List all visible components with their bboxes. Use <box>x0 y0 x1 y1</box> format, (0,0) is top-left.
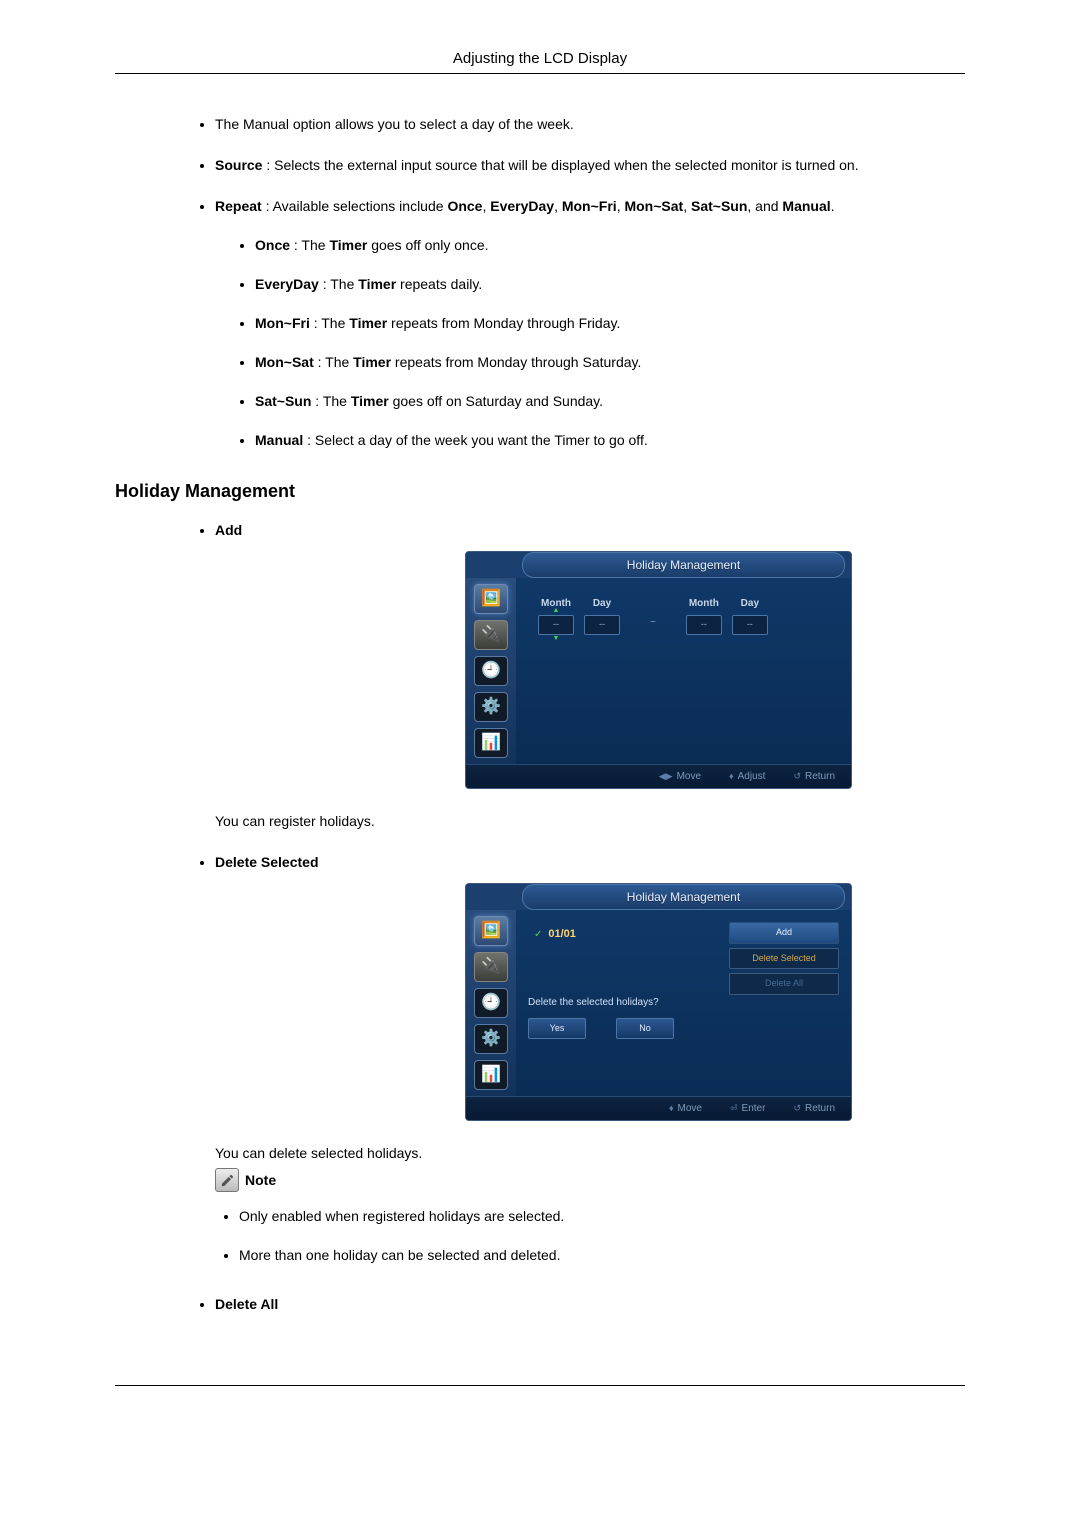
return-icon: ↺ <box>793 770 801 784</box>
spin-month-1[interactable]: -- <box>538 615 574 635</box>
page-header-title: Adjusting the LCD Display <box>115 50 965 74</box>
osd-sidebar: 🖼️ 🔌 🕘 ⚙️ 📊 <box>466 578 516 764</box>
enter-icon: ⏎ <box>730 1102 738 1116</box>
osd-add-title: Holiday Management <box>522 552 845 578</box>
note-icon <box>215 1168 239 1192</box>
multi-display-icon[interactable]: 📊 <box>474 728 508 758</box>
osd-sidebar-2: 🖼️ 🔌 🕘 ⚙️ 📊 <box>466 910 516 1096</box>
move-icon: ◀▶ <box>659 770 673 784</box>
holiday-row[interactable]: ✓ 01/01 <box>528 924 729 945</box>
holiday-date: 01/01 <box>548 926 576 943</box>
osd-add-footer: ◀▶Move ♦Adjust ↺Return <box>466 764 851 788</box>
source-label: Source <box>215 157 262 173</box>
clock-icon[interactable]: 🕘 <box>474 656 508 686</box>
spin-month-2[interactable]: -- <box>686 615 722 635</box>
delete-selected-desc: You can delete selected holidays. <box>215 1143 965 1164</box>
menu-delete-all[interactable]: Delete All <box>729 973 839 995</box>
note-1: Only enabled when registered holidays ar… <box>239 1206 965 1227</box>
repeat-pre: : Available selections include <box>262 198 448 214</box>
adjust-icon: ♦ <box>729 770 734 784</box>
intro-list: The Manual option allows you to select a… <box>115 114 965 451</box>
source-text: : Selects the external input source that… <box>262 157 858 173</box>
clock-icon[interactable]: 🕘 <box>474 988 508 1018</box>
spin-day-2[interactable]: -- <box>732 615 768 635</box>
item-add: Add Holiday Management 🖼️ 🔌 🕘 ⚙️ 📊 <box>215 520 965 832</box>
note-list: Only enabled when registered holidays ar… <box>215 1206 965 1266</box>
multi-display-icon[interactable]: 📊 <box>474 1060 508 1090</box>
intro-source: Source : Selects the external input sour… <box>215 155 965 176</box>
yes-button[interactable]: Yes <box>528 1018 586 1040</box>
osd-delete-footer: ♦Move ⏎Enter ↺Return <box>466 1096 851 1120</box>
check-icon: ✓ <box>534 927 542 942</box>
footer-rule <box>115 1385 965 1386</box>
input-icon[interactable]: 🔌 <box>474 620 508 650</box>
range-dash: ~ <box>650 601 656 630</box>
repeat-label: Repeat <box>215 198 262 214</box>
holiday-list: Add Holiday Management 🖼️ 🔌 🕘 ⚙️ 📊 <box>115 520 965 1315</box>
item-delete-all: Delete All <box>215 1294 965 1315</box>
osd-right-menu: Add Delete Selected Delete All <box>729 922 839 995</box>
move-icon: ♦ <box>669 1102 674 1116</box>
note-2: More than one holiday can be selected an… <box>239 1245 965 1266</box>
item-delete-selected: Delete Selected Holiday Management 🖼️ 🔌 … <box>215 852 965 1266</box>
return-icon: ↺ <box>793 1102 801 1116</box>
add-label: Add <box>215 522 242 538</box>
picture-icon[interactable]: 🖼️ <box>474 584 508 614</box>
add-desc: You can register holidays. <box>215 811 965 832</box>
no-button[interactable]: No <box>616 1018 674 1040</box>
menu-add[interactable]: Add <box>729 922 839 944</box>
section-holiday-management: Holiday Management <box>115 481 965 502</box>
input-icon[interactable]: 🔌 <box>474 952 508 982</box>
confirm-dialog: Delete the selected holidays? Yes No <box>528 995 839 1040</box>
spin-day-1[interactable]: -- <box>584 615 620 635</box>
delete-all-label: Delete All <box>215 1296 278 1312</box>
confirm-text: Delete the selected holidays? <box>528 995 839 1010</box>
delete-selected-label: Delete Selected <box>215 854 319 870</box>
osd-delete-title: Holiday Management <box>522 884 845 910</box>
gear-icon[interactable]: ⚙️ <box>474 692 508 722</box>
label-day-2: Day <box>741 596 759 611</box>
label-day-1: Day <box>593 596 611 611</box>
picture-icon[interactable]: 🖼️ <box>474 916 508 946</box>
note-label: Note <box>245 1170 276 1191</box>
osd-add-panel: Holiday Management 🖼️ 🔌 🕘 ⚙️ 📊 <box>465 551 852 789</box>
osd-delete-panel: Holiday Management 🖼️ 🔌 🕘 ⚙️ 📊 Add Delet… <box>465 883 852 1121</box>
intro-repeat: Repeat : Available selections include On… <box>215 196 965 451</box>
label-month-2: Month <box>689 596 719 611</box>
note-row: Note <box>215 1168 965 1192</box>
gear-icon[interactable]: ⚙️ <box>474 1024 508 1054</box>
menu-delete-selected[interactable]: Delete Selected <box>729 948 839 970</box>
repeat-detail-list: Once : The Timer goes off only once. Eve… <box>215 235 965 451</box>
intro-manual: The Manual option allows you to select a… <box>215 114 965 135</box>
